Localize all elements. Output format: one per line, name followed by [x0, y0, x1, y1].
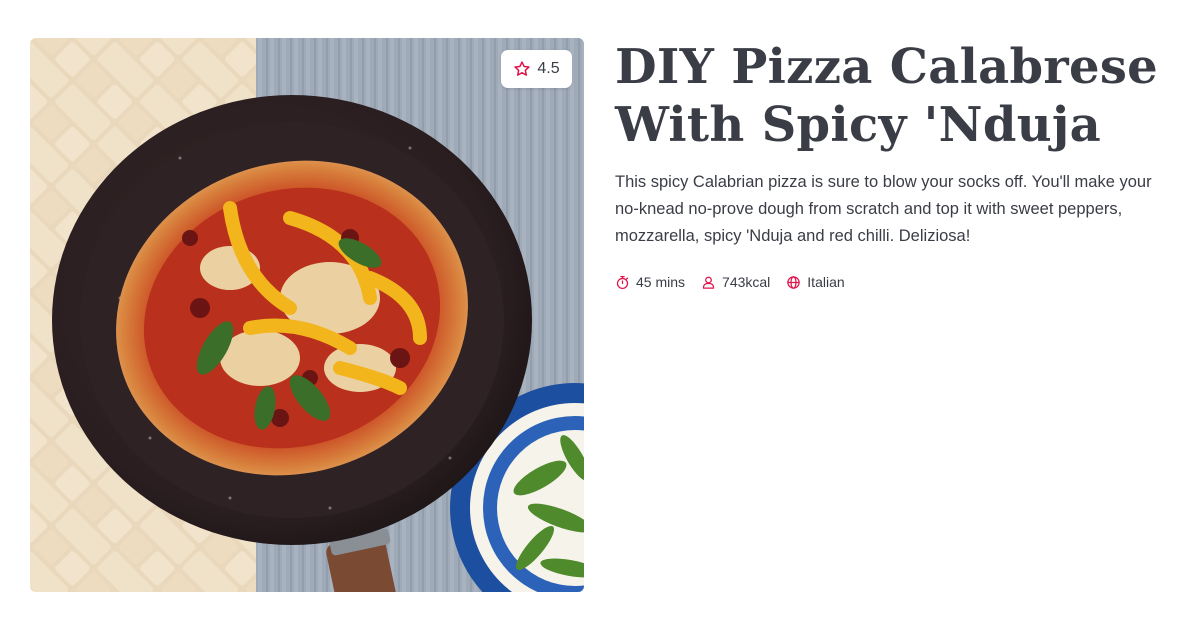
- recipe-meta: 45 mins 743kcal Italian: [615, 274, 1175, 290]
- stopwatch-icon: [616, 275, 629, 289]
- recipe-title-line-1: DIY Pizza Calabrese: [615, 39, 1159, 95]
- pizza-photo: [30, 38, 584, 592]
- rating-badge: 4.5: [501, 50, 572, 88]
- meta-cuisine-value: Italian: [807, 274, 845, 290]
- star-outline-icon: [514, 61, 531, 76]
- meta-calories-value: 743kcal: [722, 274, 771, 290]
- meta-cuisine: Italian: [786, 274, 845, 290]
- recipe-hero-image: [30, 38, 584, 592]
- recipe-summary: DIY Pizza Calabrese With Spicy 'Nduja Th…: [615, 38, 1175, 290]
- globe-icon: [787, 275, 801, 289]
- meta-calories: 743kcal: [701, 274, 770, 290]
- recipe-title-line-2: With Spicy 'Nduja: [615, 97, 1101, 153]
- meta-time: 45 mins: [615, 274, 685, 290]
- rating-value: 4.5: [537, 60, 560, 77]
- meta-time-value: 45 mins: [636, 274, 686, 290]
- recipe-title: DIY Pizza Calabrese With Spicy 'Nduja: [615, 38, 1175, 154]
- person-icon: [702, 276, 715, 289]
- recipe-description: This spicy Calabrian pizza is sure to bl…: [615, 173, 1152, 245]
